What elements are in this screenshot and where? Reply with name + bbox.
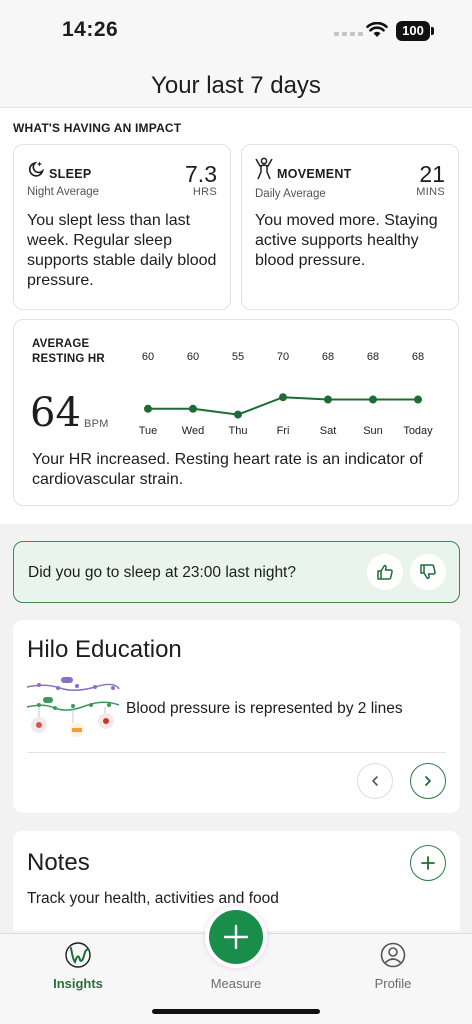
question-text: Did you go to sleep at 23:00 last night? <box>28 564 296 581</box>
next-button[interactable] <box>410 763 446 799</box>
plus-icon <box>223 924 249 950</box>
hr-data-label: 68 <box>322 351 334 363</box>
movement-value: 21 <box>419 161 445 187</box>
tab-profile-label: Profile <box>374 976 412 991</box>
add-note-button[interactable] <box>410 845 446 881</box>
education-item-text[interactable]: Blood pressure is represented by 2 lines <box>126 700 403 718</box>
page-title: Your last 7 days <box>151 72 321 99</box>
cellular-signal-icon <box>334 32 363 36</box>
hr-data-point <box>369 395 377 404</box>
resting-hr-label: AVERAGE RESTING HR <box>32 337 105 367</box>
sleep-unit: HRS <box>192 186 217 198</box>
hr-data-point <box>144 404 152 413</box>
person-jumping-icon <box>255 157 273 180</box>
insights-logo-icon <box>65 942 91 968</box>
sleep-card[interactable]: SLEEP Night Average 7.3 HRS You slept le… <box>13 144 231 310</box>
tab-measure-label: Measure <box>210 976 262 991</box>
hr-data-point <box>189 404 197 413</box>
thumbs-down-button[interactable] <box>410 554 446 590</box>
moon-sparkle-icon <box>28 161 44 177</box>
resting-hr-value: 64 <box>30 390 81 436</box>
hr-day-label: Tue <box>139 425 158 437</box>
movement-subtitle: Daily Average <box>255 188 326 200</box>
hr-day-label: Thu <box>229 425 248 437</box>
hr-data-point <box>324 395 332 404</box>
impact-section: WHAT'S HAVING AN IMPACT SLEEP Night Aver… <box>0 109 472 524</box>
hr-data-label: 68 <box>367 351 379 363</box>
battery-icon: 100 <box>396 21 434 41</box>
hr-day-label: Sun <box>363 425 383 437</box>
sleep-subtitle: Night Average <box>27 186 100 198</box>
tab-insights-label: Insights <box>53 976 103 991</box>
hr-data-point <box>279 393 287 402</box>
notes-subtitle: Track your health, activities and food <box>27 890 279 907</box>
resting-hr-card[interactable]: AVERAGE RESTING HR 64 BPM 60 Tue 60 Wed 55 Th… <box>13 319 459 506</box>
movement-card[interactable]: MOVEMENT Daily Average 21 MINS You moved… <box>241 144 459 310</box>
hr-data-label: 68 <box>412 351 424 363</box>
movement-title: MOVEMENT <box>277 167 352 181</box>
section-title: WHAT'S HAVING AN IMPACT <box>13 121 182 135</box>
education-card: Hilo Education Blood pressure is represe… <box>13 620 460 813</box>
hr-data-label: 60 <box>142 351 154 363</box>
education-title: Hilo Education <box>27 636 182 663</box>
notes-title: Notes <box>27 849 90 876</box>
status-bar: 14:26 100 <box>0 0 472 60</box>
resting-hr-description: Your HR increased. Resting heart rate is… <box>32 451 423 488</box>
hr-day-label: Sat <box>320 425 337 437</box>
measure-button-circle <box>209 910 263 964</box>
wifi-icon <box>366 22 388 37</box>
hr-data-label: 55 <box>232 351 244 363</box>
hr-day-label: Wed <box>182 425 204 437</box>
movement-unit: MINS <box>416 186 445 198</box>
hr-data-point <box>414 395 422 404</box>
sleep-value: 7.3 <box>185 161 217 187</box>
tab-profile[interactable]: Profile <box>343 940 443 991</box>
sleep-description: You slept less than last week. Regular s… <box>27 212 217 289</box>
resting-hr-unit: BPM <box>84 418 109 430</box>
chevron-left-icon <box>372 776 378 786</box>
movement-description: You moved more. Staying active supports … <box>255 212 438 269</box>
sleep-title: SLEEP <box>49 167 92 181</box>
divider <box>27 752 446 753</box>
previous-button[interactable] <box>357 763 393 799</box>
plus-icon <box>421 856 435 870</box>
hr-day-label: Today <box>403 425 433 437</box>
sleep-question-card: Did you go to sleep at 23:00 last night? <box>13 541 460 603</box>
thumbs-down-icon <box>420 564 436 580</box>
header: Your last 7 days <box>0 60 472 108</box>
blood-pressure-illustration[interactable] <box>25 675 120 737</box>
hr-data-label: 70 <box>277 351 289 363</box>
resting-hr-label-line1: AVERAGE <box>32 338 90 350</box>
profile-icon <box>380 942 406 968</box>
resting-hr-label-line2: RESTING HR <box>32 353 105 365</box>
resting-hr-chart: 60 Tue 60 Wed 55 Thu 70 Fri 68 Sat 68 Sun 68 Today <box>139 351 433 437</box>
hr-day-label: Fri <box>277 425 290 437</box>
hr-data-label: 60 <box>187 351 199 363</box>
chevron-right-icon <box>425 776 431 786</box>
status-time: 14:26 <box>62 18 119 41</box>
hr-data-point <box>234 410 242 419</box>
measure-button[interactable] <box>205 906 267 968</box>
tab-insights[interactable]: Insights <box>28 940 128 991</box>
thumbs-up-button[interactable] <box>367 554 403 590</box>
thumbs-up-icon <box>377 564 393 580</box>
home-indicator <box>152 1009 320 1014</box>
